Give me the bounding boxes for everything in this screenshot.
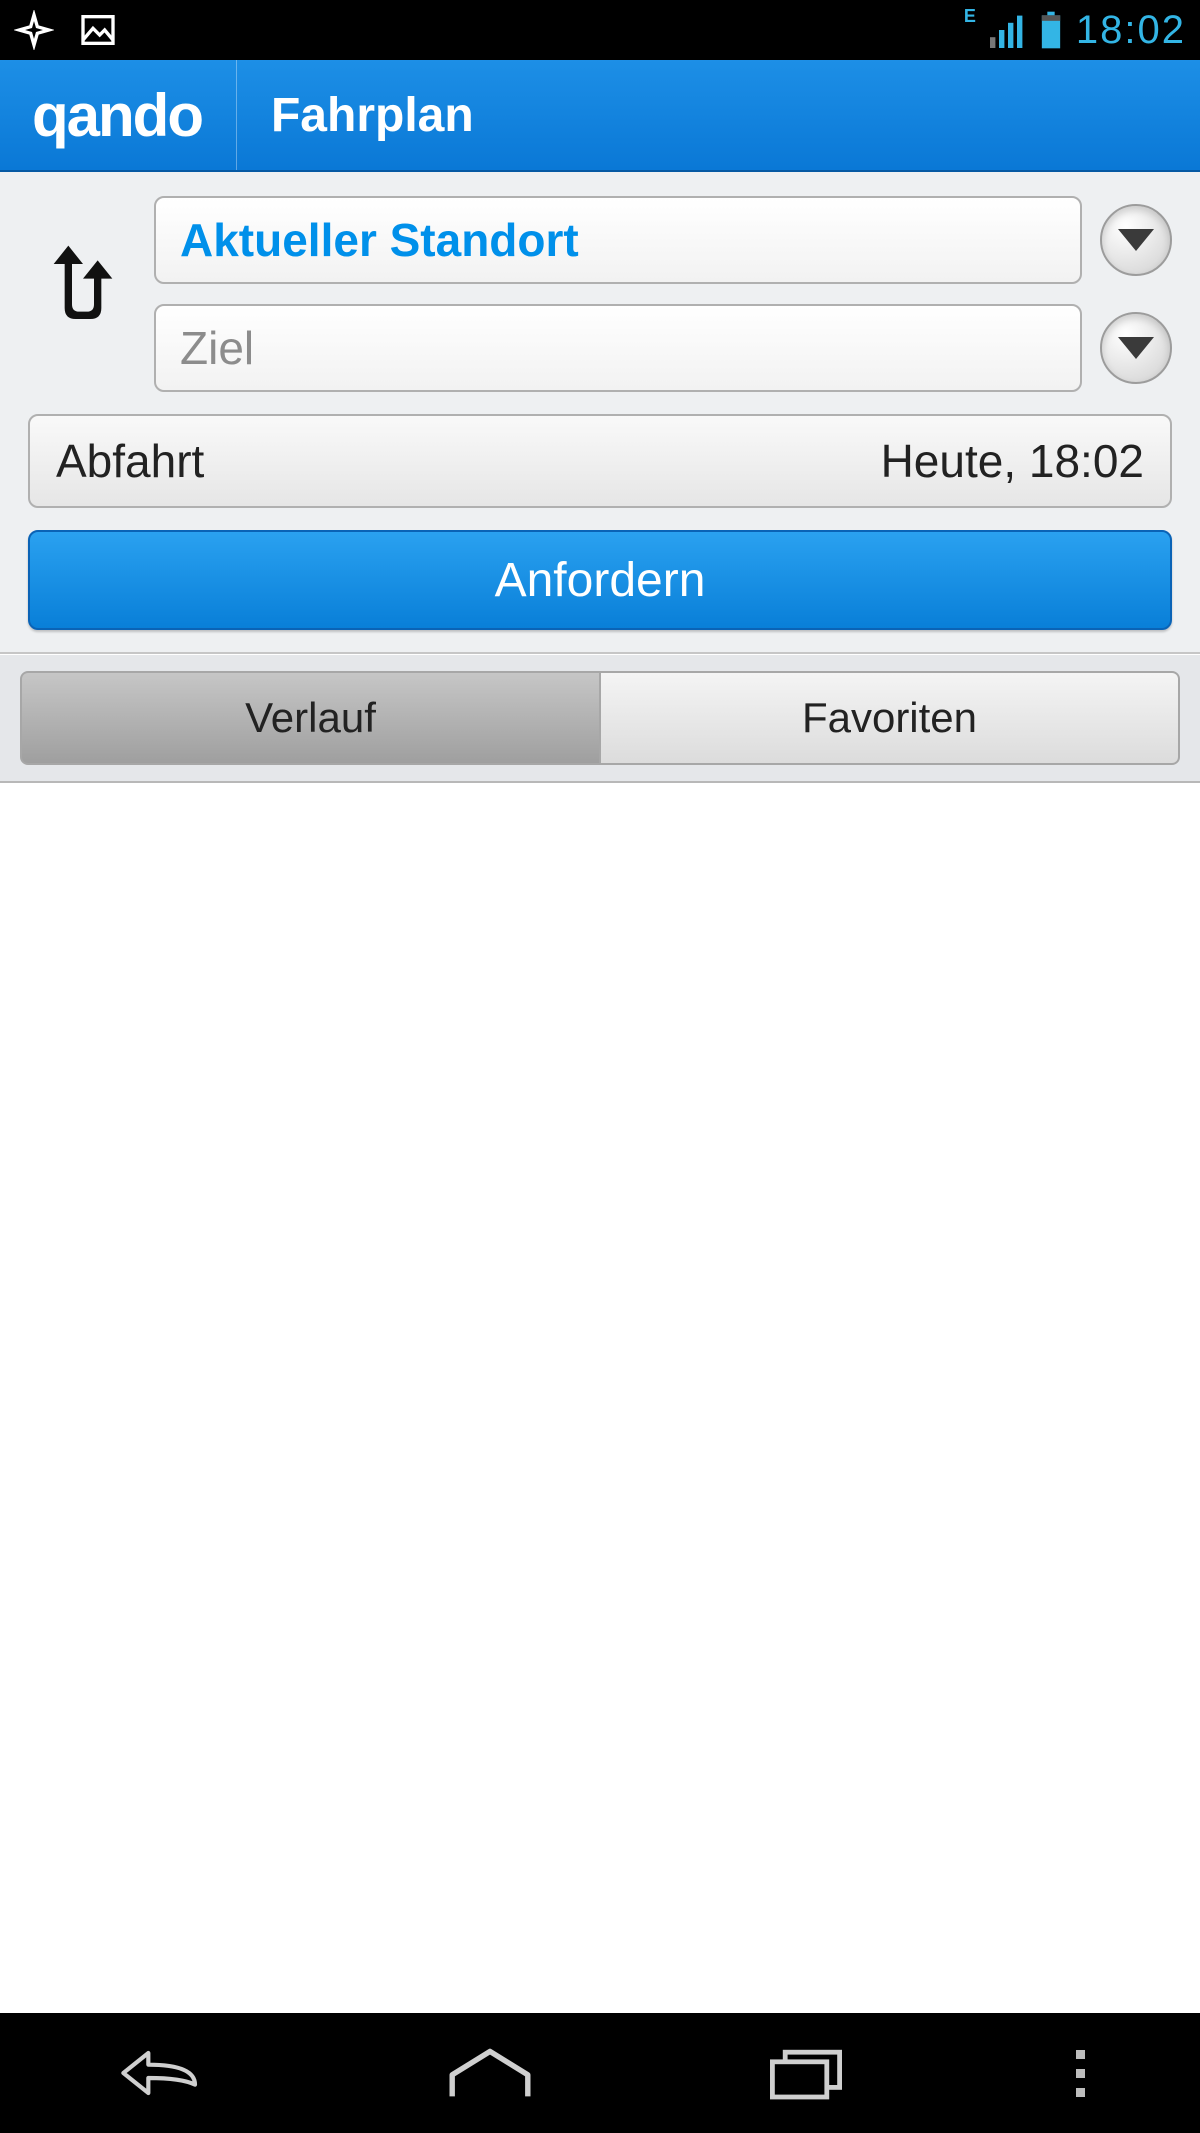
chevron-down-icon [1118, 337, 1154, 359]
empty-content [0, 783, 1200, 2013]
request-button[interactable]: Anfordern [28, 530, 1172, 630]
tab-favorites[interactable]: Favoriten [601, 671, 1180, 765]
departure-time-button[interactable]: Abfahrt Heute, 18:02 [28, 414, 1172, 508]
page-title: Fahrplan [237, 88, 474, 143]
brand-logo: qando [0, 60, 237, 170]
departure-value: Heute, 18:02 [881, 434, 1144, 488]
app-bar: qando Fahrplan [0, 60, 1200, 172]
image-icon [78, 10, 118, 50]
destination-placeholder: Ziel [180, 321, 254, 375]
network-type-label: E [964, 6, 976, 27]
trip-form: Aktueller Standort Ziel Abfahrt Heute, 1… [0, 172, 1200, 654]
back-icon[interactable] [115, 2045, 215, 2101]
request-button-label: Anfordern [495, 553, 706, 608]
tabs: Verlauf Favoriten [0, 654, 1200, 783]
battery-icon [1040, 11, 1062, 49]
destination-input[interactable]: Ziel [154, 304, 1082, 392]
home-icon[interactable] [445, 2045, 535, 2101]
gps-icon [14, 10, 54, 50]
destination-dropdown-button[interactable] [1100, 312, 1172, 384]
departure-label: Abfahrt [56, 434, 204, 488]
origin-value: Aktueller Standort [180, 213, 579, 267]
signal-icon [990, 12, 1026, 48]
tab-history[interactable]: Verlauf [20, 671, 601, 765]
status-clock: 18:02 [1076, 8, 1186, 53]
origin-dropdown-button[interactable] [1100, 204, 1172, 276]
menu-icon[interactable] [1076, 2050, 1085, 2097]
swap-locations-icon[interactable] [39, 242, 127, 347]
origin-input[interactable]: Aktueller Standort [154, 196, 1082, 284]
recent-apps-icon[interactable] [766, 2045, 846, 2101]
tab-favorites-label: Favoriten [802, 694, 977, 742]
android-nav-bar [0, 2013, 1200, 2133]
tab-history-label: Verlauf [245, 694, 376, 742]
android-status-bar: E 18:02 [0, 0, 1200, 60]
chevron-down-icon [1118, 229, 1154, 251]
